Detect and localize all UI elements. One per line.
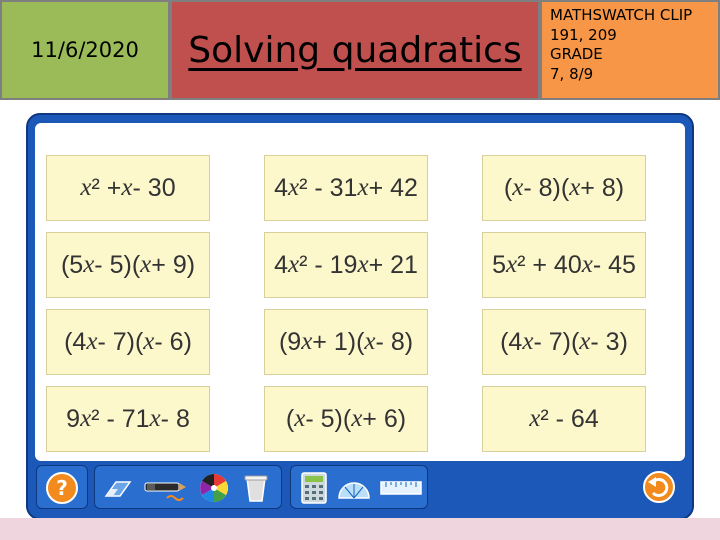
- ruler-icon: [380, 481, 422, 495]
- clip-line: 191, 209: [550, 25, 617, 44]
- variable-x: x: [80, 174, 92, 201]
- date-box: 11/6/2020: [0, 0, 170, 100]
- card-panel: x² + x - 30 4x² - 31 x + 42 (x - 8)(x + 8)…: [35, 123, 685, 461]
- expression-card[interactable]: (5 x - 5)(x + 9): [46, 232, 210, 298]
- variable-x: x: [287, 174, 300, 201]
- variable-x: x: [351, 405, 363, 432]
- variable-x: x: [83, 251, 95, 278]
- protractor-button[interactable]: [337, 471, 371, 505]
- color-wheel-icon: [200, 474, 228, 502]
- variable-x: x: [301, 328, 313, 355]
- calculator-button[interactable]: [297, 471, 331, 505]
- help-group: ?: [36, 465, 88, 509]
- variable-x: x: [357, 174, 369, 201]
- variable-x: x: [86, 328, 98, 355]
- variable-x: x: [512, 174, 524, 201]
- variable-x: x: [287, 251, 300, 278]
- title-box: Solving quadratics: [170, 0, 540, 100]
- drawing-tools-group: [94, 465, 282, 509]
- expression-card[interactable]: (4 x - 7)(x - 3): [482, 309, 646, 375]
- variable-x: x: [581, 251, 593, 278]
- variable-x: x: [529, 405, 541, 432]
- clip-line: GRADE: [550, 45, 603, 63]
- clip-info-box: MATHSWATCH CLIP 191, 209 GRADE 7, 8/9: [540, 0, 720, 100]
- variable-x: x: [140, 251, 152, 278]
- variable-x: x: [121, 174, 133, 201]
- variable-x: x: [357, 251, 369, 278]
- variable-x: x: [522, 328, 534, 355]
- pen-icon: [144, 482, 186, 501]
- expression-card[interactable]: 5x² + 40 x - 45: [482, 232, 646, 298]
- expression-card[interactable]: (x - 5)(x + 6): [264, 386, 428, 452]
- help-icon: ?: [46, 472, 78, 504]
- clear-button[interactable]: [239, 471, 273, 505]
- clip-line: 7, 8/9: [550, 64, 594, 83]
- pen-button[interactable]: [143, 471, 187, 505]
- mathswatch-window: x² + x - 30 4x² - 31 x + 42 (x - 8)(x + 8)…: [26, 113, 694, 520]
- expression-card[interactable]: 9x² - 71 x - 8: [46, 386, 210, 452]
- expression-card[interactable]: x² - 64: [482, 386, 646, 452]
- undo-button[interactable]: [642, 470, 676, 504]
- date-text: 11/6/2020: [31, 38, 139, 62]
- bottom-strip: [0, 518, 720, 540]
- variable-x: x: [364, 328, 376, 355]
- help-button[interactable]: ?: [45, 471, 79, 505]
- calculator-icon: [301, 472, 327, 504]
- variable-x: x: [294, 405, 306, 432]
- variable-x: x: [80, 405, 92, 432]
- expression-card[interactable]: (x - 8)(x + 8): [482, 155, 646, 221]
- protractor-icon: [338, 482, 370, 499]
- toolbar: ?: [36, 465, 684, 509]
- variable-x: x: [143, 328, 155, 355]
- expression-card[interactable]: (9 x + 1)(x - 8): [264, 309, 428, 375]
- eraser-icon: [104, 481, 132, 497]
- clip-line: MATHSWATCH CLIP: [550, 6, 693, 24]
- variable-x: x: [149, 405, 161, 432]
- expression-card[interactable]: 4x² - 31 x + 42: [264, 155, 428, 221]
- expression-card[interactable]: 4x² - 19 x + 21: [264, 232, 428, 298]
- eraser-button[interactable]: [101, 471, 135, 505]
- page-title: Solving quadratics: [188, 29, 522, 71]
- variable-x: x: [569, 174, 581, 201]
- variable-x: x: [505, 251, 518, 278]
- expression-card[interactable]: x² + x - 30: [46, 155, 210, 221]
- expression-card[interactable]: (4 x - 7)(x - 6): [46, 309, 210, 375]
- ruler-button[interactable]: [379, 471, 423, 505]
- measuring-tools-group: [290, 465, 428, 509]
- color-button[interactable]: [197, 471, 231, 505]
- undo-arrow-icon: [643, 471, 675, 503]
- bin-icon: [244, 475, 268, 502]
- variable-x: x: [579, 328, 591, 355]
